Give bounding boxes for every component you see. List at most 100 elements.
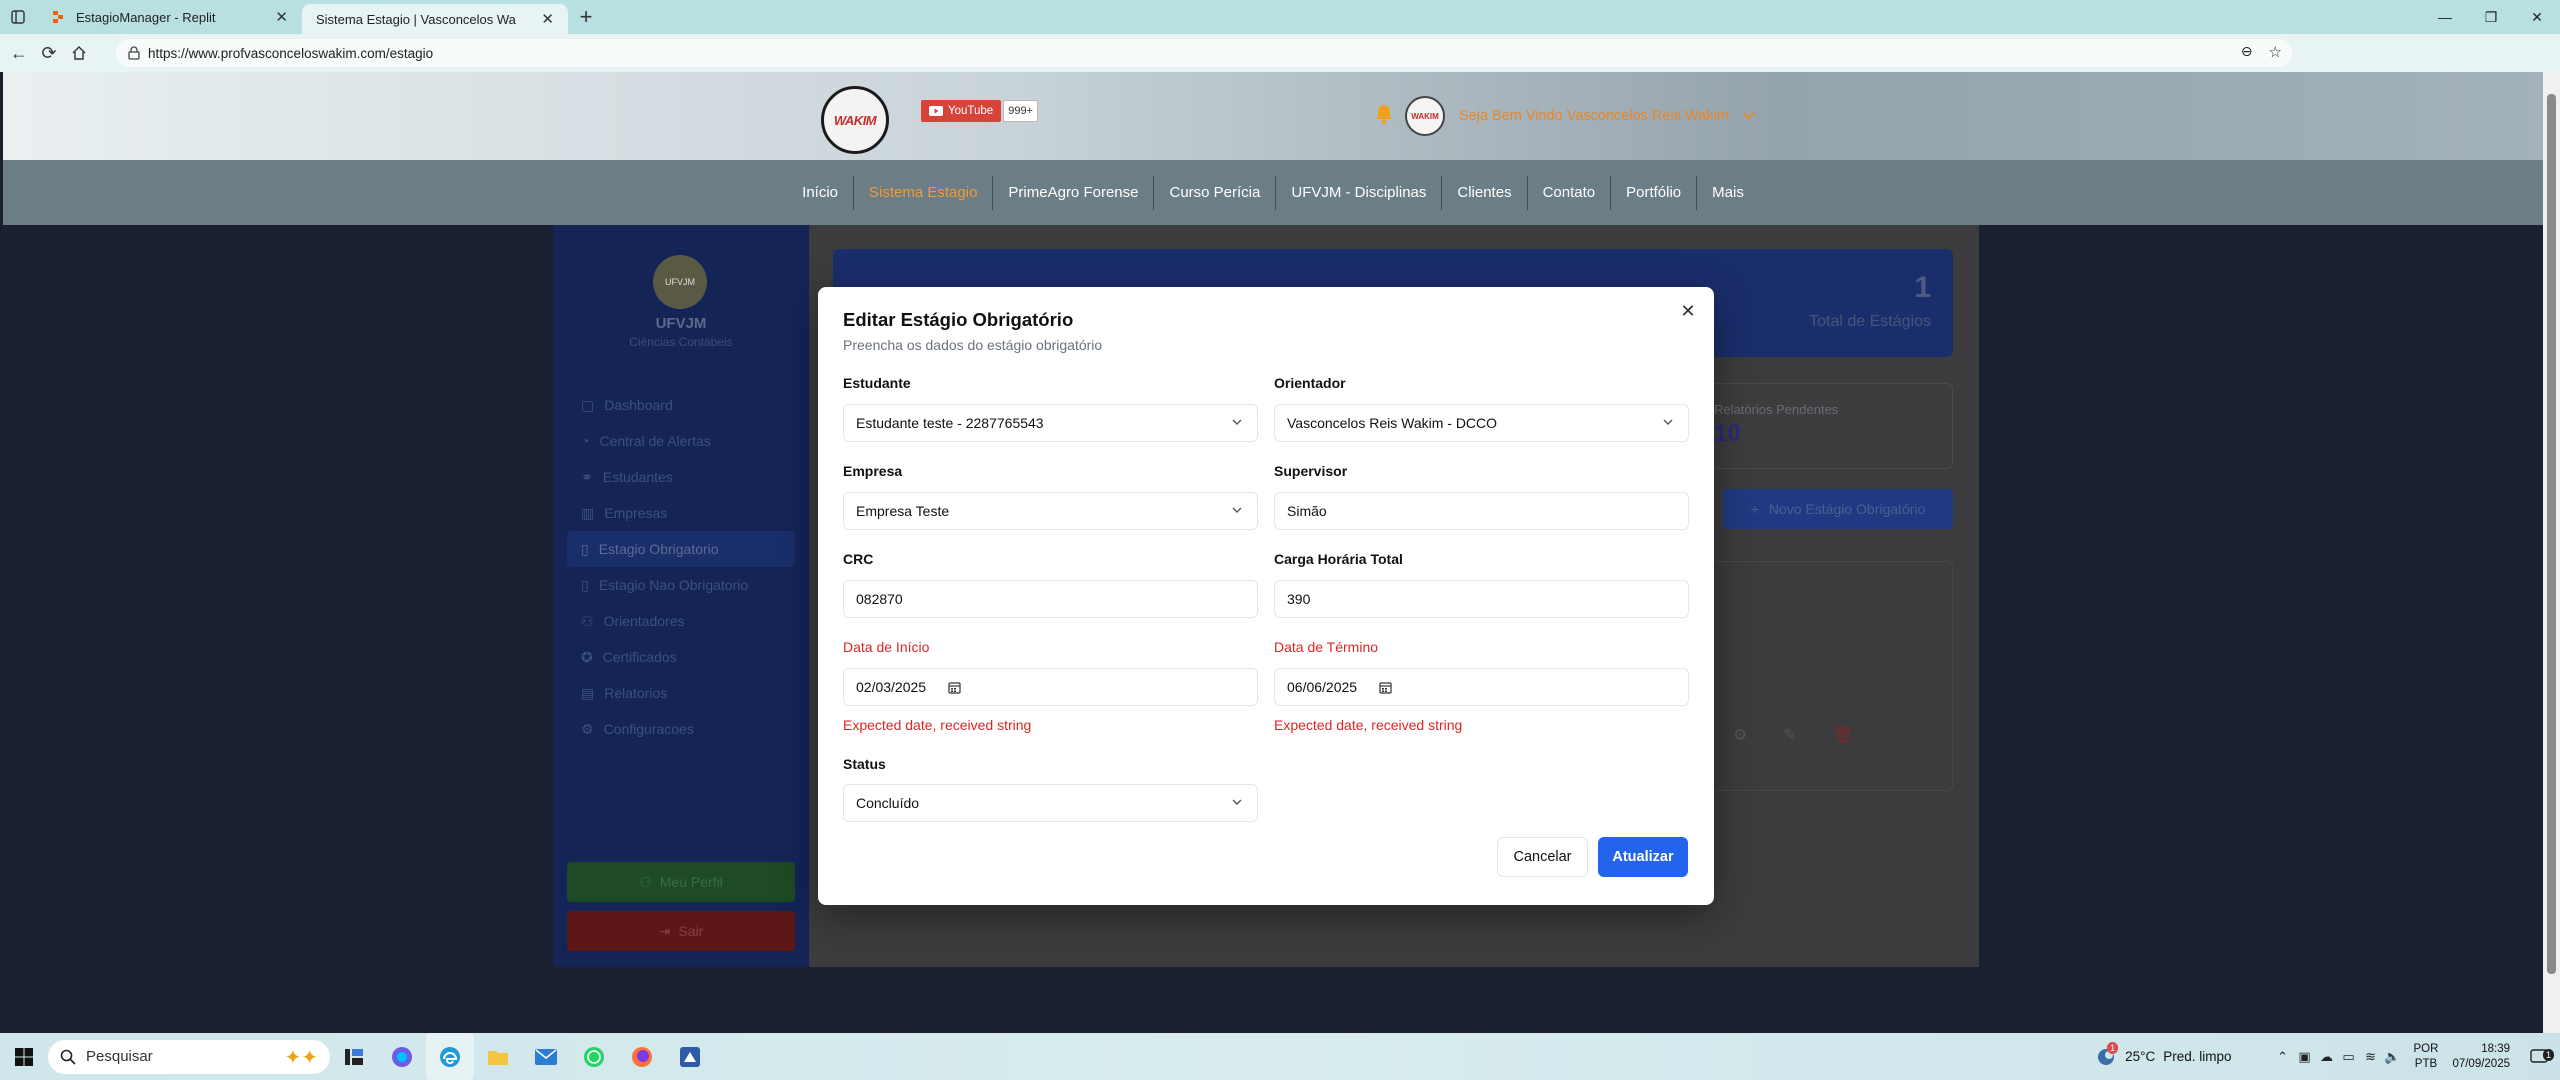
company-label: Empresa [843, 463, 903, 479]
org-subtitle: Ciências Contábeis [629, 335, 733, 349]
site-nav-item[interactable]: Portfólio [1611, 175, 1698, 210]
installer-app-icon[interactable] [666, 1033, 714, 1080]
calendar-icon[interactable] [948, 681, 961, 694]
logout-button[interactable]: ⇥ Sair [567, 911, 795, 951]
sidebar-item[interactable]: ▢ Dashboard [567, 387, 795, 423]
close-icon[interactable]: ✕ [1678, 301, 1698, 321]
restore-icon[interactable]: ❐ [2468, 0, 2514, 34]
chevron-down-icon [1663, 419, 1673, 425]
sidebar-item[interactable]: ⚇ Orientadores [567, 603, 795, 639]
minimize-icon[interactable]: — [2422, 0, 2468, 34]
edge-browser-icon[interactable] [426, 1033, 474, 1080]
clock[interactable]: 18:39 07/09/2025 [2452, 1042, 2510, 1072]
logout-icon: ⇥ [658, 922, 671, 939]
site-nav-item[interactable]: Contato [1528, 175, 1612, 210]
network-wifi-icon[interactable]: ≋ [2360, 1033, 2382, 1080]
notif-badge: 1 [2542, 1049, 2554, 1061]
site-navigation: Início Sistema Estagio PrimeAgro Forense Cu… [3, 160, 2543, 225]
chevron-up-icon[interactable]: ⌃ [2272, 1033, 2294, 1080]
weather-temp: 25°C [2125, 1049, 2156, 1064]
back-icon[interactable]: ← [4, 34, 34, 72]
home-icon[interactable] [64, 34, 94, 72]
new-internship-button[interactable]: + Novo Estágio Obrigatório [1723, 489, 1953, 529]
cancel-button[interactable]: Cancelar [1497, 837, 1588, 877]
end-date-input[interactable]: 06/06/2025 [1274, 668, 1689, 706]
calendar-icon[interactable] [1379, 681, 1392, 694]
status-select[interactable]: Concluído [843, 784, 1258, 822]
advisor-label: Orientador [1274, 375, 1346, 391]
mail-icon[interactable] [522, 1033, 570, 1080]
supervisor-input[interactable]: Simão [1274, 492, 1689, 530]
site-nav-item[interactable]: Mais [1697, 176, 1759, 210]
close-window-icon[interactable]: ✕ [2514, 0, 2560, 34]
sidebar-item[interactable]: ⚭ Estudantes [567, 459, 795, 495]
my-profile-button[interactable]: ⚇ Meu Perfil [567, 862, 795, 902]
user-menu[interactable]: Seja Bem Vindo Vasconcelos Reis Wakim [1459, 108, 1755, 124]
card-title: Relatórios Pendentes [1714, 402, 1839, 417]
copilot-app-icon[interactable] [378, 1033, 426, 1080]
crc-input[interactable]: 082870 [843, 580, 1258, 618]
close-tab-icon[interactable]: ✕ [275, 8, 288, 26]
taskbar-search[interactable]: Pesquisar ✦✦ [48, 1039, 330, 1074]
site-nav-item[interactable]: Sistema Estagio [854, 175, 994, 210]
sidebar-item-label: Estagio Obrigatorio [598, 541, 719, 557]
site-logo[interactable]: WAKIM [821, 86, 889, 154]
close-tab-icon[interactable]: ✕ [541, 10, 554, 28]
sidebar-item[interactable]: ◔ Central de Alertas [567, 423, 795, 459]
site-nav-item[interactable]: Curso Perícia [1154, 175, 1277, 210]
browser-tab-sistema-estagio[interactable]: Sistema Estagio | Vasconcelos Wa ✕ [302, 4, 568, 34]
end-date-value: 06/06/2025 [1287, 679, 1358, 695]
user-avatar[interactable]: WAKIM [1405, 96, 1445, 136]
whatsapp-icon[interactable] [570, 1033, 618, 1080]
volume-icon[interactable]: 🔈 [2382, 1033, 2404, 1080]
reader-mode-icon[interactable]: ⊖ [2241, 43, 2253, 61]
sidebar-item-label: Orientadores [603, 613, 685, 629]
display-icon[interactable]: ▭ [2338, 1033, 2360, 1080]
sidebar-item[interactable]: ▥ Empresas [567, 495, 795, 531]
task-view-icon[interactable] [330, 1033, 378, 1080]
sidebar-item-icon: ⚭ [581, 468, 593, 485]
browser-tab-replit[interactable]: EstagioManager - Replit ✕ [36, 0, 302, 34]
crc-value: 082870 [856, 591, 903, 607]
notification-bell-icon[interactable] [1375, 104, 1393, 124]
company-select[interactable]: Empresa Teste [843, 492, 1258, 530]
delete-action-icon[interactable]: 🗑 [1833, 725, 1853, 745]
student-select[interactable]: Estudante teste - 2287765543 [843, 404, 1258, 442]
start-date-input[interactable]: 02/03/2025 [843, 668, 1258, 706]
settings-action-icon[interactable]: ⚙ [1733, 725, 1747, 745]
weather-widget[interactable]: 1 25°C Pred. limpo [2095, 1041, 2232, 1068]
tray-app-icon[interactable]: ▣ [2294, 1033, 2316, 1080]
tab-actions-icon[interactable] [0, 0, 36, 34]
favorite-star-icon[interactable]: ☆ [2269, 43, 2282, 61]
advisor-select[interactable]: Vasconcelos Reis Wakim - DCCO [1274, 404, 1689, 442]
internship-table [1693, 561, 1953, 791]
sidebar-item[interactable]: ⚙ Configuracoes [567, 711, 795, 747]
sidebar-item[interactable]: ▯ Estagio Obrigatorio [567, 531, 795, 567]
site-info-icon[interactable] [128, 46, 140, 60]
youtube-subscribe[interactable]: YouTube 999+ [921, 100, 1038, 122]
url-input[interactable]: https://www.profvasconceloswakim.com/est… [116, 39, 2292, 67]
new-tab-button[interactable]: + [568, 0, 604, 34]
sidebar-item[interactable]: ▤ Relatorios [567, 675, 795, 711]
notifications-icon[interactable]: 1 [2528, 1033, 2554, 1080]
refresh-icon[interactable]: ⟳ [34, 34, 64, 72]
page-scrollbar[interactable] [2543, 72, 2560, 1033]
sidebar-item[interactable]: ▯ Estagio Nao Obrigatorio [567, 567, 795, 603]
onedrive-icon[interactable]: ☁ [2316, 1033, 2338, 1080]
firefox-icon[interactable] [618, 1033, 666, 1080]
file-explorer-icon[interactable] [474, 1033, 522, 1080]
sidebar-item[interactable]: ✪ Certificados [567, 639, 795, 675]
scrollbar-thumb[interactable] [2547, 94, 2556, 974]
update-button[interactable]: Atualizar [1598, 837, 1688, 877]
workload-input[interactable]: 390 [1274, 580, 1689, 618]
input-language[interactable]: POR PTB [2414, 1042, 2439, 1072]
start-date-value: 02/03/2025 [856, 679, 927, 695]
site-nav-item[interactable]: Clientes [1442, 175, 1528, 210]
start-button[interactable] [0, 1033, 48, 1080]
site-nav-item[interactable]: PrimeAgro Forense [993, 175, 1155, 210]
edit-action-icon[interactable]: ✎ [1783, 725, 1796, 745]
site-nav-item[interactable]: Início [787, 175, 855, 210]
site-nav-item[interactable]: UFVJM - Disciplinas [1276, 175, 1443, 210]
youtube-button[interactable]: YouTube [921, 100, 1002, 122]
org-logo-text: UFVJM [665, 277, 695, 287]
